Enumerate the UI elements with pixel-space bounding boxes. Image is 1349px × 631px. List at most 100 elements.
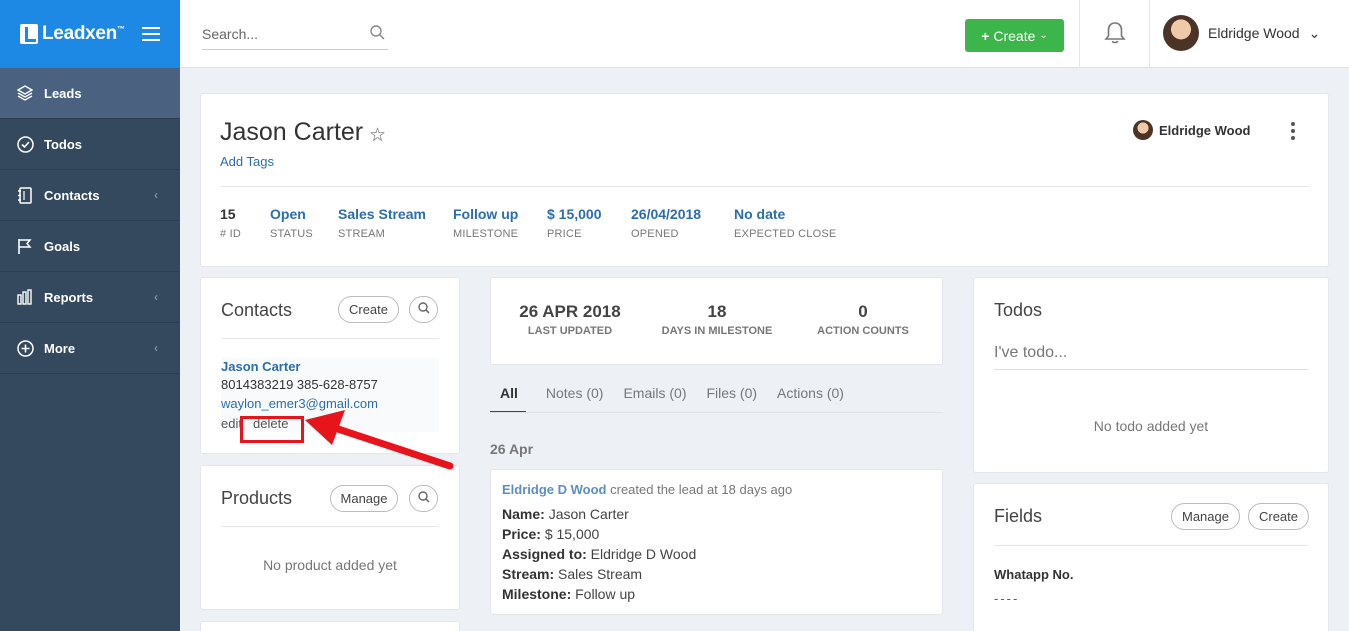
sidebar-item-todos[interactable]: Todos <box>0 119 180 170</box>
stat-opened[interactable]: 26/04/2018 OPENED <box>631 206 701 240</box>
sidebar-item-reports[interactable]: Reports ‹ <box>0 272 180 323</box>
stat-price[interactable]: $ 15,000 PRICE <box>547 206 602 240</box>
stat-stream[interactable]: Sales Stream STREAM <box>338 206 426 240</box>
brand-bar: Leadxen™ <box>0 0 180 68</box>
search-input[interactable] <box>202 25 362 42</box>
create-button[interactable]: + Create ⌄ <box>965 19 1064 52</box>
stat-label: OPENED <box>631 228 679 240</box>
contact-edit-link[interactable]: edit <box>221 416 242 431</box>
notifications-button[interactable] <box>1079 0 1150 68</box>
stat-milestone[interactable]: Follow up MILESTONE <box>453 206 518 240</box>
chevron-left-icon: ‹ <box>154 341 158 355</box>
sidebar-item-contacts[interactable]: Contacts ‹ <box>0 170 180 221</box>
stat-value: No date <box>734 206 786 222</box>
star-icon[interactable]: ☆ <box>369 124 386 147</box>
stat-value: 15 <box>220 206 236 222</box>
summary-last-updated: 26 APR 2018 LAST UPDATED <box>515 302 625 337</box>
user-menu[interactable]: Eldridge Wood ⌄ <box>1163 15 1320 51</box>
contact-email[interactable]: waylon_emer3@gmail.com <box>221 396 378 411</box>
activity-card: Eldridge D Wood created the lead at 18 d… <box>490 469 943 615</box>
products-title: Products <box>221 488 293 508</box>
chevron-down-icon: ⌄ <box>1039 30 1048 41</box>
summary-value: 26 APR 2018 <box>519 302 621 321</box>
stat-label: STATUS <box>270 228 313 240</box>
divider <box>220 186 1309 187</box>
stat-label: PRICE <box>547 228 582 240</box>
stat-label: STREAM <box>338 228 386 240</box>
sidebar-item-leads[interactable]: Leads <box>0 68 180 119</box>
products-empty-message: No product added yet <box>263 557 397 573</box>
lead-header-card: Jason Carter ☆ Add Tags Eldridge Wood 15… <box>200 93 1329 267</box>
address-book-icon <box>16 186 34 204</box>
stat-label: MILESTONE <box>453 228 519 240</box>
stat-id: 15 # ID <box>220 206 241 240</box>
contact-search-button[interactable] <box>409 296 438 323</box>
add-tags-link[interactable]: Add Tags <box>220 154 274 169</box>
activity-line: Price: $ 15,000 <box>502 526 600 542</box>
activity-action: created the lead at 18 days ago <box>610 482 793 497</box>
sidebar-item-label: Reports <box>44 289 94 305</box>
todos-card: Todos No todo added yet <box>973 277 1329 473</box>
search-icon[interactable] <box>370 24 385 43</box>
todos-title: Todos <box>994 300 1043 320</box>
owner-name: Eldridge Wood <box>1159 122 1251 138</box>
sidebar-item-label: Goals <box>44 238 81 254</box>
todo-input[interactable] <box>994 336 1308 370</box>
sidebar: Leadxen™ Leads Todos Contacts ‹ Goals Re… <box>0 0 180 631</box>
fields-title: Fields <box>994 506 1043 526</box>
contact-create-button[interactable]: Create <box>338 296 399 323</box>
sidebar-item-label: Leads <box>44 85 82 101</box>
search-icon <box>417 491 430 506</box>
tab-emails[interactable]: Emails (0) <box>623 383 686 413</box>
plus-icon: + <box>981 27 990 44</box>
menu-toggle-icon[interactable] <box>142 27 160 41</box>
products-manage-button[interactable]: Manage <box>330 485 398 512</box>
check-circle-icon <box>16 135 34 153</box>
contacts-title: Contacts <box>221 300 293 320</box>
sidebar-item-goals[interactable]: Goals <box>0 221 180 272</box>
summary-action-counts: 0 ACTION COUNTS <box>813 302 913 337</box>
layers-icon <box>16 84 34 102</box>
stat-value: Open <box>270 206 306 222</box>
search-box <box>202 18 388 50</box>
sidebar-item-label: Contacts <box>44 187 100 203</box>
stat-status[interactable]: Open STATUS <box>270 206 313 240</box>
tab-notes[interactable]: Notes (0) <box>546 383 604 413</box>
activity-heading: Eldridge D Wood created the lead at 18 d… <box>502 482 792 497</box>
activity-line: Milestone: Follow up <box>502 586 636 602</box>
summary-label: DAYS IN MILESTONE <box>661 325 773 337</box>
tab-files[interactable]: Files (0) <box>706 383 757 413</box>
activity-actor-link[interactable]: Eldridge D Wood <box>502 482 606 497</box>
plus-circle-icon <box>16 339 34 357</box>
tab-all[interactable]: All <box>490 383 526 413</box>
stat-expected-close[interactable]: No date EXPECTED CLOSE <box>734 206 836 240</box>
products-search-button[interactable] <box>409 485 438 512</box>
chevron-left-icon: ‹ <box>154 290 158 304</box>
avatar <box>1133 120 1153 140</box>
stat-label: # ID <box>220 228 241 240</box>
field-label: Whatapp No. <box>994 567 1074 582</box>
bell-icon <box>1103 21 1126 48</box>
tab-actions[interactable]: Actions (0) <box>777 383 844 413</box>
chevron-down-icon: ⌄ <box>1308 24 1321 41</box>
field-value[interactable]: ---- <box>994 591 1019 606</box>
stat-label: EXPECTED CLOSE <box>734 228 837 240</box>
sidebar-item-label: Todos <box>44 136 83 152</box>
next-card <box>200 621 460 631</box>
brand-name[interactable]: Leadxen™ <box>42 23 125 45</box>
flag-icon <box>16 237 34 255</box>
fields-create-button[interactable]: Create <box>1248 503 1309 530</box>
lead-name: Jason Carter <box>220 118 364 146</box>
stat-value: $ 15,000 <box>547 206 602 222</box>
summary-label: LAST UPDATED <box>527 325 613 337</box>
sidebar-item-more[interactable]: More ‹ <box>0 323 180 374</box>
user-name: Eldridge Wood <box>1208 25 1300 41</box>
fields-manage-button[interactable]: Manage <box>1171 503 1240 530</box>
todos-empty-message: No todo added yet <box>1093 418 1209 434</box>
annotation-highlight-box <box>240 416 304 443</box>
more-options-icon[interactable] <box>1287 120 1299 142</box>
stat-value: Sales Stream <box>338 206 426 222</box>
lead-owner[interactable]: Eldridge Wood <box>1133 120 1250 140</box>
contact-name[interactable]: Jason Carter <box>221 359 300 374</box>
search-icon <box>417 302 430 317</box>
